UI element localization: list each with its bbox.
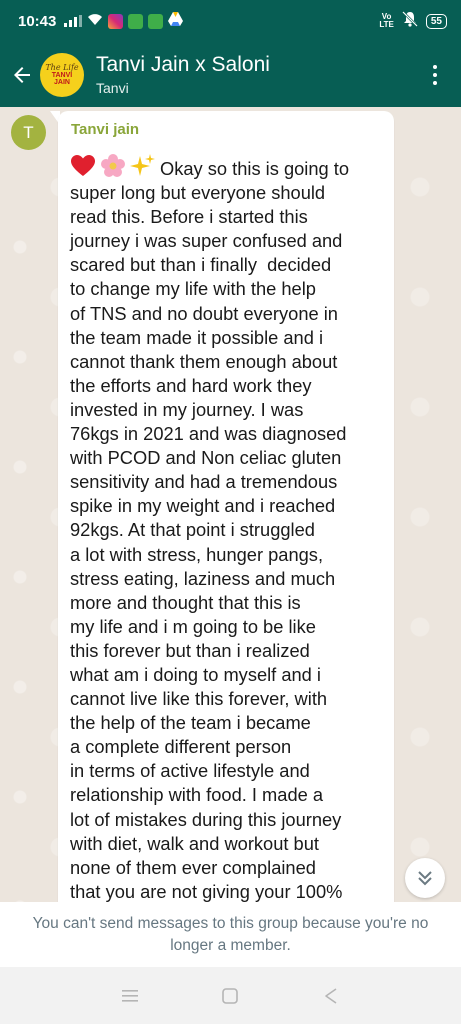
status-icons-left (64, 12, 184, 30)
drive-icon (168, 12, 184, 30)
dot-icon (433, 72, 437, 77)
recents-button[interactable] (118, 984, 142, 1008)
message-body: Okay so this is going to super long but … (70, 158, 349, 902)
sender-avatar[interactable]: T (11, 115, 46, 150)
not-member-notice: You can't send messages to this group be… (0, 902, 461, 967)
arrow-left-icon (14, 66, 30, 83)
cherry-blossom-icon (101, 154, 125, 177)
dot-icon (433, 64, 437, 69)
double-chevron-down-icon (418, 871, 432, 886)
square-icon (222, 987, 239, 1004)
header-text[interactable]: Tanvi Jain x Saloni Tanvi (96, 52, 270, 98)
chat-title: Tanvi Jain x Saloni (96, 52, 270, 76)
bell-muted-icon (401, 11, 418, 31)
sparkles-icon (130, 154, 155, 176)
emoji-group (70, 153, 156, 179)
status-bar: 10:43 Vo LTE 55 (0, 0, 461, 42)
chat-subtitle: Tanvi (96, 79, 129, 96)
dot-icon (433, 80, 437, 85)
volte-bottom: LTE (379, 20, 394, 29)
status-time: 10:43 (18, 12, 57, 30)
status-icons-right: Vo LTE 55 (379, 11, 447, 31)
battery-indicator: 55 (425, 13, 447, 29)
signal-icon (64, 15, 83, 27)
logo-script: The Life (45, 63, 79, 72)
scroll-to-bottom-button[interactable] (405, 858, 445, 898)
back-button[interactable] (6, 59, 38, 91)
back-nav-button[interactable] (319, 984, 343, 1008)
message-text: Okay so this is going to super long but … (70, 153, 382, 902)
wifi-icon (87, 13, 103, 30)
chat-header: The Life TANVI JAIN Tanvi Jain x Saloni … (0, 42, 461, 107)
logo-name-line1: TANVI (51, 72, 73, 79)
more-options-button[interactable] (423, 59, 447, 91)
chat-area[interactable]: T Tanvi jain Okay so this is going to su… (0, 107, 461, 902)
sender-name[interactable]: Tanvi jain (71, 121, 382, 139)
home-button[interactable] (218, 984, 242, 1008)
heart-emoji-icon (71, 155, 95, 176)
menu-icon (122, 989, 139, 1002)
instagram-icon (108, 13, 124, 29)
volte-indicator: Vo LTE (379, 13, 394, 29)
logo-name-line2: JAIN (54, 79, 70, 86)
download-icon-2 (148, 13, 164, 29)
group-avatar[interactable]: The Life TANVI JAIN (40, 52, 84, 97)
triangle-back-icon (325, 987, 337, 1004)
download-icon (128, 13, 144, 29)
system-nav-bar (0, 967, 461, 1024)
message-bubble[interactable]: Tanvi jain Okay so this is going to supe… (58, 111, 394, 902)
